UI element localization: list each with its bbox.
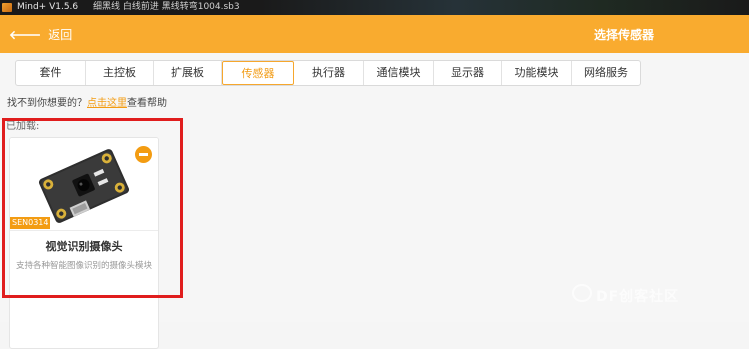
window-titlebar: Mind+ V1.5.6 细黑线 白线前进 黑线转弯1004.sb3 [0,0,749,15]
help-suffix: 查看帮助 [127,98,167,109]
tab-display[interactable]: 显示器 [434,61,502,85]
app-name: Mind+ V1.5.6 [17,2,79,12]
tab-kit[interactable]: 套件 [16,61,86,85]
file-name: 细黑线 白线前进 黑线转弯1004.sb3 [93,2,240,12]
watermark: DF创客社区 [596,289,680,305]
tab-actuator[interactable]: 执行器 [294,61,364,85]
back-label: 返回 [48,27,73,42]
help-prefix: 找不到你想要的？ [7,98,87,109]
back-button[interactable]: 🡐 返回 [9,25,72,43]
tab-communication[interactable]: 通信模块 [364,61,434,85]
arrow-left-icon: 🡐 [9,27,42,42]
highlight-box [2,118,183,298]
main-content: 套件 主控板 扩展板 传感器 执行器 通信模块 显示器 功能模块 网络服务 找不… [0,53,749,349]
help-link[interactable]: 点击这里 [87,98,127,109]
app-icon [2,3,12,12]
help-line: 找不到你想要的？点击这里查看帮助 [7,94,167,109]
tab-network-service[interactable]: 网络服务 [572,61,640,85]
watermark-icon [572,284,592,302]
tab-mainboard[interactable]: 主控板 [86,61,154,85]
tab-function-module[interactable]: 功能模块 [502,61,572,85]
page-title: 选择传感器 [594,28,655,42]
page-header: 🡐 返回 选择传感器 [0,15,749,53]
category-tabs: 套件 主控板 扩展板 传感器 执行器 通信模块 显示器 功能模块 网络服务 [15,60,641,86]
tab-sensor[interactable]: 传感器 [222,61,294,85]
titlebar-background [260,0,749,15]
tab-expansion-board[interactable]: 扩展板 [154,61,222,85]
